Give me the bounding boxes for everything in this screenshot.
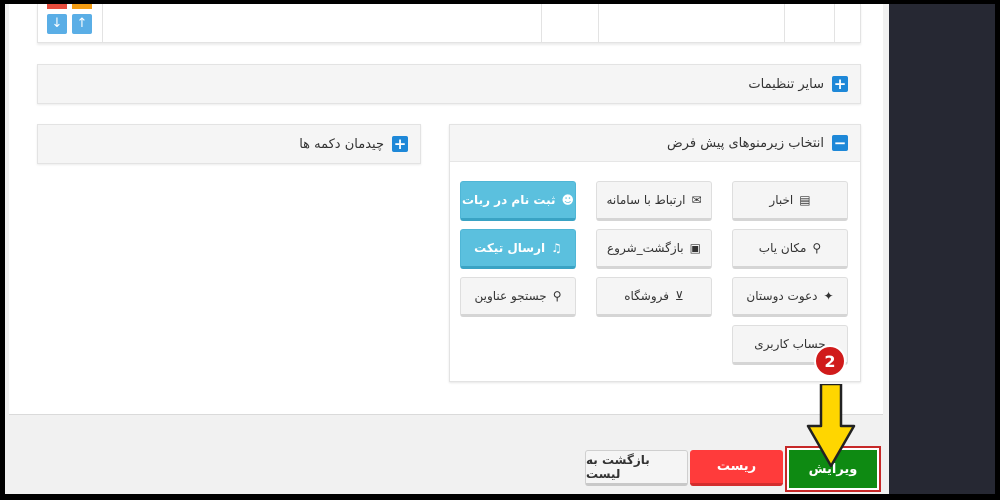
submenu-label: حساب کاربری xyxy=(754,337,825,351)
step-badge: 2 xyxy=(814,345,846,377)
other-settings-title: سایر تنظیمات xyxy=(748,77,824,92)
minus-icon[interactable]: − xyxy=(832,135,848,151)
submenu-label: ارتباط با سامانه xyxy=(606,193,685,207)
submenu-label: جستجو عناوین xyxy=(475,289,547,303)
table-divider xyxy=(102,4,103,42)
items-table: ↓ ↑ xyxy=(37,4,861,43)
submenu-send-ticket-button[interactable]: ♫ ارسال تیکت xyxy=(460,229,576,269)
users-icon: ☻ xyxy=(562,193,575,207)
submenu-contact-button[interactable]: ✉ ارتباط با سامانه xyxy=(596,181,712,221)
other-settings-panel[interactable]: + سایر تنظیمات xyxy=(37,64,861,104)
default-submenus-title: انتخاب زیرمنوهای پیش فرض xyxy=(667,136,824,151)
submenu-label: فروشگاه xyxy=(624,289,669,303)
submenu-invite-friends-button[interactable]: ✦ دعوت دوستان xyxy=(732,277,848,317)
move-up-button[interactable]: ↑ xyxy=(72,14,92,34)
submenu-search-titles-button[interactable]: ⚲ جستجو عناوین xyxy=(460,277,576,317)
pointer-arrow-icon xyxy=(806,384,856,474)
submenu-return-start-button[interactable]: ▣ بازگشت_شروع xyxy=(596,229,712,269)
right-side-bar xyxy=(889,4,995,494)
table-divider xyxy=(784,4,785,42)
delete-button-edge[interactable] xyxy=(47,4,67,9)
return-icon: ▣ xyxy=(690,241,701,255)
content-card: ↓ ↑ + سایر تنظیمات + چیدمان دکمه ها − xyxy=(9,4,883,415)
submenu-locator-button[interactable]: ⚲ مکان یاب xyxy=(732,229,848,269)
table-divider xyxy=(598,4,599,42)
submenu-register-button[interactable]: ☻ ثبت نام در ربات xyxy=(460,181,576,221)
move-down-button[interactable]: ↓ xyxy=(47,14,67,34)
button-layout-panel[interactable]: + چیدمان دکمه ها xyxy=(37,124,421,164)
plus-icon[interactable]: + xyxy=(392,136,408,152)
submenu-label: دعوت دوستان xyxy=(746,289,817,303)
table-divider xyxy=(834,4,835,42)
search-icon: ⚲ xyxy=(553,289,562,303)
search-icon: ⚲ xyxy=(812,241,821,255)
contact-icon: ✉ xyxy=(692,193,702,207)
cart-icon: ⊻ xyxy=(675,289,684,303)
bell-icon: ♫ xyxy=(551,241,562,255)
newspaper-icon: ▤ xyxy=(799,193,810,207)
plus-icon[interactable]: + xyxy=(832,76,848,92)
submenu-label: اخبار xyxy=(769,193,793,207)
star-icon: ✦ xyxy=(824,289,834,303)
table-divider xyxy=(541,4,542,42)
submenu-shop-button[interactable]: ⊻ فروشگاه xyxy=(596,277,712,317)
button-layout-title: چیدمان دکمه ها xyxy=(299,137,384,152)
default-submenus-header[interactable]: − انتخاب زیرمنوهای پیش فرض xyxy=(450,125,860,162)
submenu-label: بازگشت_شروع xyxy=(607,241,684,255)
main-frame: ↓ ↑ + سایر تنظیمات + چیدمان دکمه ها − xyxy=(5,4,889,494)
submenu-label: مکان یاب xyxy=(759,241,807,255)
default-submenus-panel: − انتخاب زیرمنوهای پیش فرض ▤ اخبار ✉ ارت… xyxy=(449,124,861,382)
submenu-label: ارسال تیکت xyxy=(474,241,545,255)
submenu-label: ثبت نام در ربات xyxy=(462,193,556,207)
back-to-list-button[interactable]: بازگشت به لیست xyxy=(585,450,688,486)
reset-button[interactable]: ریست xyxy=(690,450,783,486)
submenu-news-button[interactable]: ▤ اخبار xyxy=(732,181,848,221)
edit-button-edge[interactable] xyxy=(72,4,92,9)
